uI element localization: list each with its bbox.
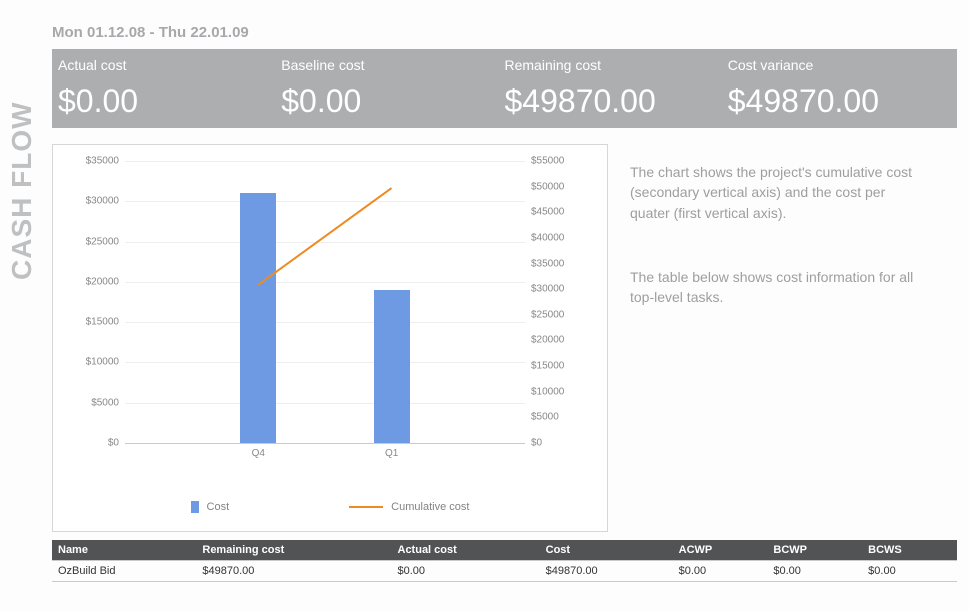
table-header: Cost xyxy=(540,540,673,561)
table-header: BCWS xyxy=(862,540,957,561)
metric-label: Remaining cost xyxy=(505,57,728,73)
y2-tick-label: $45000 xyxy=(531,207,564,218)
table-header: ACWP xyxy=(673,540,768,561)
y1-tick-label: $25000 xyxy=(86,236,119,247)
line-swatch-icon xyxy=(349,506,383,508)
date-range: Mon 01.12.08 - Thu 22.01.09 xyxy=(52,24,957,41)
y2-tick-label: $35000 xyxy=(531,258,564,269)
description-paragraph: The chart shows the project's cumulative… xyxy=(630,162,916,223)
page-section-title: CASH FLOW xyxy=(6,101,38,280)
y2-tick-label: $10000 xyxy=(531,386,564,397)
metric-label: Baseline cost xyxy=(281,57,504,73)
y1-tick-label: $15000 xyxy=(86,317,119,328)
y1-tick-label: $5000 xyxy=(91,397,119,408)
metric-label: Actual cost xyxy=(58,57,281,73)
y2-tick-label: $0 xyxy=(531,438,542,449)
metric-baseline-cost: Baseline cost $0.00 xyxy=(281,57,504,120)
table-header: Name xyxy=(52,540,196,561)
metric-cost-variance: Cost variance $49870.00 xyxy=(728,57,951,120)
table-cell: $0.00 xyxy=(392,561,540,582)
y2-tick-label: $30000 xyxy=(531,284,564,295)
table-cell: $0.00 xyxy=(673,561,768,582)
metric-label: Cost variance xyxy=(728,57,951,73)
y2-tick-label: $55000 xyxy=(531,156,564,167)
metric-value: $49870.00 xyxy=(505,83,728,120)
metrics-bar: Actual cost $0.00 Baseline cost $0.00 Re… xyxy=(52,49,957,128)
legend-label: Cumulative cost xyxy=(391,501,469,513)
gridline xyxy=(125,362,525,363)
y2-tick-label: $25000 xyxy=(531,309,564,320)
gridline xyxy=(125,403,525,404)
cost-bar xyxy=(240,193,276,443)
gridline xyxy=(125,201,525,202)
gridline xyxy=(125,242,525,243)
table-cell: $0.00 xyxy=(862,561,957,582)
y2-tick-label: $50000 xyxy=(531,181,564,192)
description-paragraph: The table below shows cost information f… xyxy=(630,267,916,308)
chart-description: The chart shows the project's cumulative… xyxy=(630,144,916,532)
x-tick-label: Q1 xyxy=(385,448,398,459)
table-header: Actual cost xyxy=(392,540,540,561)
y2-tick-label: $5000 xyxy=(531,412,559,423)
bar-swatch-icon xyxy=(191,501,199,513)
y1-tick-label: $20000 xyxy=(86,276,119,287)
metric-value: $0.00 xyxy=(281,83,504,120)
metric-value: $49870.00 xyxy=(728,83,951,120)
metric-remaining-cost: Remaining cost $49870.00 xyxy=(505,57,728,120)
x-tick-label: Q4 xyxy=(252,448,265,459)
legend-cumulative-cost: Cumulative cost xyxy=(349,501,469,513)
y1-tick-label: $10000 xyxy=(86,357,119,368)
y1-tick-label: $30000 xyxy=(86,196,119,207)
table-cell: $49870.00 xyxy=(540,561,673,582)
table-header: BCWP xyxy=(767,540,862,561)
y1-tick-label: $0 xyxy=(108,438,119,449)
metric-actual-cost: Actual cost $0.00 xyxy=(58,57,281,120)
y2-tick-label: $40000 xyxy=(531,232,564,243)
legend-cost: Cost xyxy=(191,501,230,513)
cost-bar xyxy=(374,290,410,443)
legend-label: Cost xyxy=(207,501,230,513)
metric-value: $0.00 xyxy=(58,83,281,120)
chart-legend: Cost Cumulative cost xyxy=(53,501,607,513)
table-cell: $49870.00 xyxy=(196,561,391,582)
table-cell: $0.00 xyxy=(767,561,862,582)
gridline xyxy=(125,322,525,323)
table-row: OzBuild Bid$49870.00$0.00$49870.00$0.00$… xyxy=(52,561,957,582)
gridline xyxy=(125,282,525,283)
y2-tick-label: $15000 xyxy=(531,361,564,372)
cashflow-chart: $0 $5000 $10000 $15000 $20000 $25000 $30000 $35… xyxy=(52,144,608,532)
y2-tick-label: $20000 xyxy=(531,335,564,346)
table-header: Remaining cost xyxy=(196,540,391,561)
plot-area: $0$5000$10000$15000$20000$25000$30000$35… xyxy=(125,161,525,443)
y1-tick-label: $35000 xyxy=(86,156,119,167)
table-cell: OzBuild Bid xyxy=(52,561,196,582)
task-cost-table: NameRemaining costActual costCostACWPBCW… xyxy=(52,540,957,582)
gridline xyxy=(125,161,525,162)
